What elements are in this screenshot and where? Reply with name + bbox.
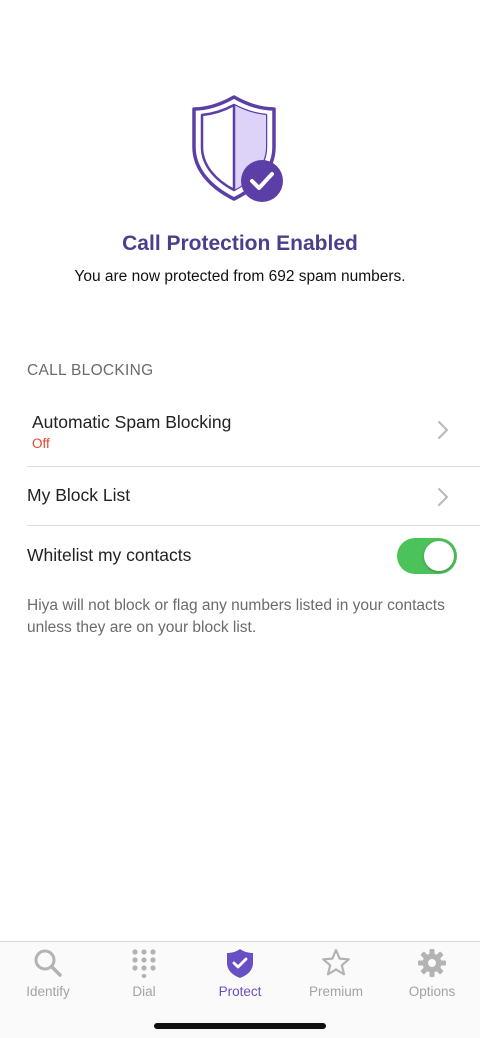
dialpad-icon — [132, 949, 156, 978]
tab-label: Premium — [308, 984, 363, 999]
chevron-right-icon — [438, 488, 448, 506]
section-header-call-blocking: CALL BLOCKING — [27, 362, 154, 379]
tab-dial[interactable]: Dial — [96, 942, 192, 1002]
tab-identify[interactable]: Identify — [0, 942, 96, 1002]
search-icon — [34, 949, 62, 977]
page-title: Call Protection Enabled — [122, 232, 358, 255]
chevron-right-icon — [438, 421, 448, 439]
star-icon — [322, 948, 350, 976]
tab-premium[interactable]: Premium — [288, 942, 384, 1002]
tab-label: Protect — [218, 984, 262, 999]
automatic-spam-blocking-status: Off — [32, 436, 50, 451]
whitelist-contacts-label: Whitelist my contacts — [27, 545, 192, 565]
tab-label: Identify — [26, 984, 70, 999]
tab-label: Options — [408, 984, 456, 999]
my-block-list-label: My Block List — [27, 485, 131, 505]
my-block-list-row[interactable]: My Block List — [0, 467, 480, 525]
tab-label: Dial — [132, 984, 156, 999]
shield-check-icon — [227, 949, 253, 978]
automatic-spam-blocking-row[interactable]: Automatic Spam Blocking Off — [0, 400, 480, 466]
protection-summary: You are now protected from 692 spam numb… — [74, 268, 406, 285]
whitelist-footnote: Hiya will not block or flag any numbers … — [27, 597, 445, 636]
tab-protect[interactable]: Protect — [192, 942, 288, 1002]
home-indicator[interactable] — [154, 1023, 326, 1029]
tab-options[interactable]: Options — [384, 942, 480, 1002]
shield-check-icon — [190, 95, 290, 205]
hero-section — [0, 95, 480, 205]
automatic-spam-blocking-label: Automatic Spam Blocking — [32, 412, 232, 432]
toggle-knob — [424, 541, 454, 571]
whitelist-contacts-toggle[interactable] — [397, 538, 457, 574]
gear-icon — [418, 949, 446, 977]
